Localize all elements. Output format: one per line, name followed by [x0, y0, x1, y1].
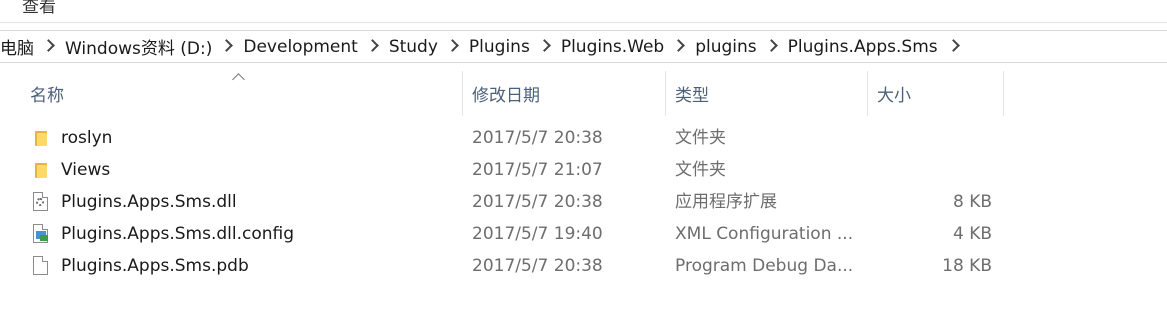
column-header-row: 名称 修改日期 类型 大小	[0, 71, 1005, 116]
file-list[interactable]: 名称 修改日期 类型 大小 roslyn 2017/5/7 20:38 文件夹 …	[0, 63, 1167, 325]
chevron-right-icon[interactable]	[446, 39, 459, 52]
file-size: 8 KB	[952, 192, 992, 212]
chevron-right-icon[interactable]	[537, 39, 551, 52]
file-type: Program Debug Da...	[675, 256, 854, 276]
file-name: roslyn	[61, 128, 113, 148]
ribbon-tab-view[interactable]: 查看	[22, 0, 56, 17]
sort-ascending-icon	[232, 73, 245, 86]
breadcrumb-plugins-apps-sms[interactable]: Plugins.Apps.Sms	[788, 37, 938, 57]
folder-icon	[33, 128, 51, 148]
column-divider[interactable]	[1003, 71, 1004, 116]
file-date: 2017/5/7 19:40	[472, 224, 603, 244]
column-header-type[interactable]: 类型	[675, 71, 709, 116]
chevron-right-icon[interactable]	[220, 39, 234, 52]
file-size: 18 KB	[942, 256, 992, 276]
file-size: 4 KB	[952, 224, 992, 244]
file-date: 2017/5/7 20:38	[472, 128, 603, 148]
breadcrumb-study[interactable]: Study	[389, 37, 438, 57]
file-date: 2017/5/7 21:07	[472, 160, 603, 180]
file-date: 2017/5/7 20:38	[472, 192, 603, 212]
column-header-size[interactable]: 大小	[877, 71, 911, 116]
dll-file-icon	[33, 192, 48, 211]
chevron-right-icon[interactable]	[365, 39, 379, 52]
column-header-date[interactable]: 修改日期	[472, 71, 540, 116]
column-divider[interactable]	[867, 71, 868, 116]
breadcrumb-plugins-lower[interactable]: plugins	[695, 37, 756, 57]
file-name: Plugins.Apps.Sms.dll.config	[61, 224, 295, 244]
file-row[interactable]: Views 2017/5/7 21:07 文件夹	[22, 154, 1012, 186]
file-row[interactable]: Plugins.Apps.Sms.dll 2017/5/7 20:38 应用程序…	[22, 186, 1012, 218]
address-bar[interactable]: 电脑 Windows资料 (D:) Development Study Plug…	[0, 30, 1167, 63]
column-divider[interactable]	[462, 71, 463, 116]
file-row[interactable]: Plugins.Apps.Sms.pdb 2017/5/7 20:38 Prog…	[22, 250, 1012, 282]
file-row[interactable]: roslyn 2017/5/7 20:38 文件夹	[22, 122, 1012, 154]
breadcrumb-plugins-web[interactable]: Plugins.Web	[561, 37, 664, 57]
file-size	[882, 122, 992, 154]
column-divider[interactable]	[665, 71, 666, 116]
folder-icon	[33, 160, 51, 180]
chevron-right-icon[interactable]	[764, 39, 778, 52]
breadcrumb-this-pc[interactable]: 电脑	[0, 34, 34, 59]
blank-file-icon	[33, 256, 48, 275]
file-type: XML Configuration ...	[675, 224, 854, 244]
file-type: 文件夹	[675, 160, 726, 180]
breadcrumb-development[interactable]: Development	[243, 37, 357, 57]
file-size	[882, 154, 992, 186]
chevron-right-icon[interactable]	[672, 39, 686, 52]
ribbon-divider	[0, 22, 1167, 23]
file-type: 文件夹	[675, 128, 726, 148]
chevron-right-icon[interactable]	[42, 39, 55, 52]
file-row[interactable]: Plugins.Apps.Sms.dll.config 2017/5/7 19:…	[22, 218, 1012, 250]
file-name: Plugins.Apps.Sms.pdb	[61, 256, 249, 276]
chevron-right-icon[interactable]	[946, 39, 960, 52]
breadcrumb-drive-d[interactable]: Windows资料 (D:)	[65, 34, 212, 59]
file-name: Plugins.Apps.Sms.dll	[61, 192, 237, 212]
column-header-name[interactable]: 名称	[30, 71, 64, 116]
file-type: 应用程序扩展	[675, 192, 777, 212]
config-file-icon	[33, 224, 48, 243]
file-name: Views	[61, 160, 111, 180]
file-date: 2017/5/7 20:38	[472, 256, 603, 276]
breadcrumb-plugins[interactable]: Plugins	[469, 37, 530, 57]
